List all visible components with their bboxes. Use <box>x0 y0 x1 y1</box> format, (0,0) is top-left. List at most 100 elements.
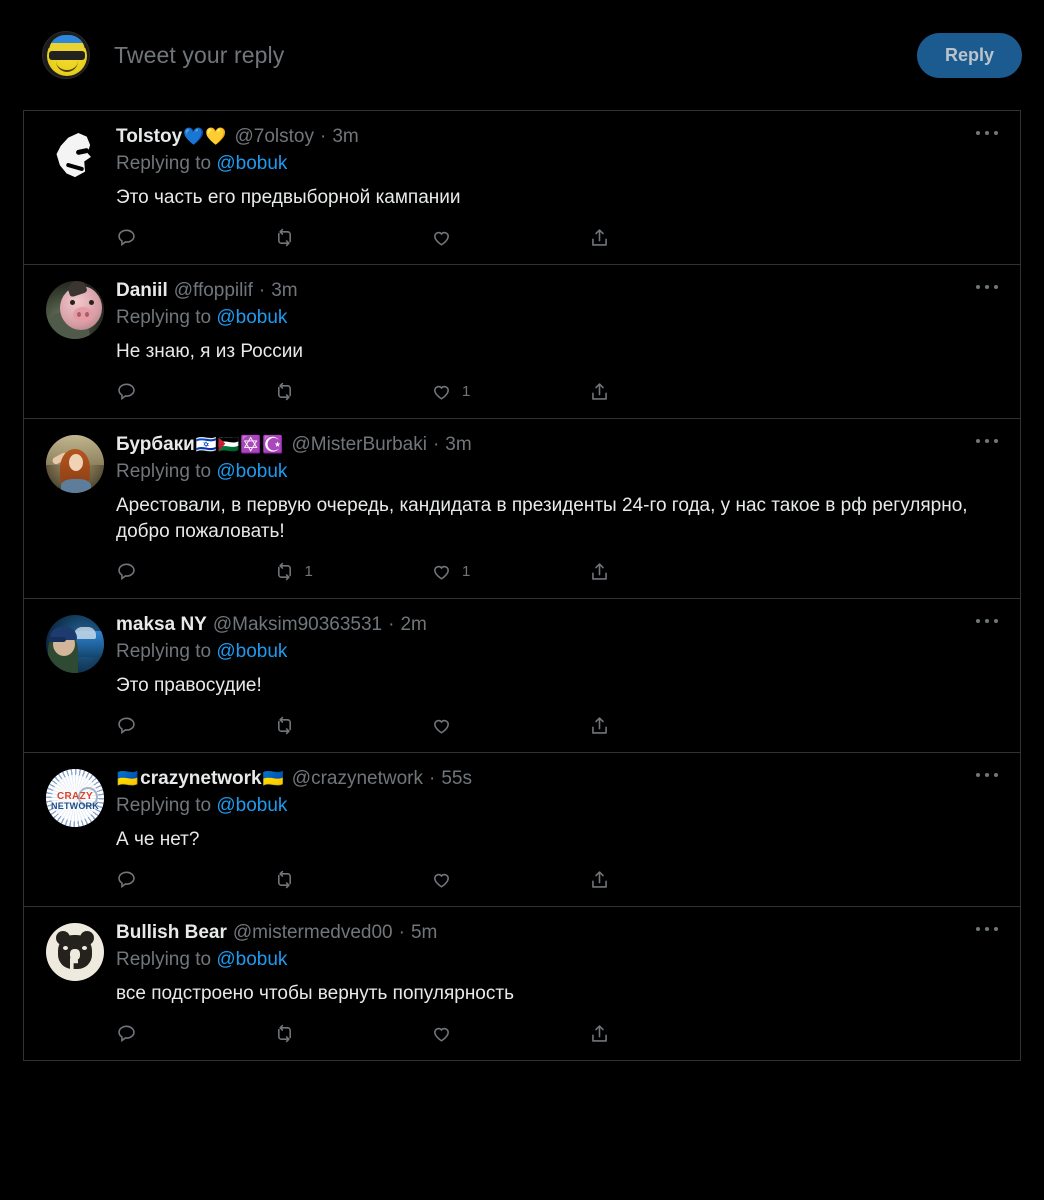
like-action[interactable] <box>431 1023 589 1044</box>
timestamp[interactable]: 3m <box>271 279 297 303</box>
display-name[interactable]: Bullish Bear <box>116 921 227 945</box>
like-action[interactable] <box>431 715 589 736</box>
name-emoji-leading: 🇺🇦 <box>117 769 140 789</box>
reply-input-placeholder[interactable]: Tweet your reply <box>114 42 917 69</box>
display-name[interactable]: maksa NY <box>116 613 207 637</box>
like-action[interactable]: 1 <box>431 561 589 582</box>
user-handle[interactable]: @ffoppilif <box>174 279 253 303</box>
crazynetwork-logo-avatar[interactable]: CRAZY NETWORK <box>46 769 104 828</box>
more-options-icon[interactable] <box>976 131 998 135</box>
share-icon <box>591 563 607 580</box>
retweet-action[interactable] <box>274 381 432 402</box>
timestamp[interactable]: 2m <box>400 613 426 637</box>
timestamp[interactable]: 5m <box>411 921 437 945</box>
retweet-icon <box>277 870 291 889</box>
tolstoy-silhouette-avatar[interactable] <box>46 127 104 185</box>
share-action[interactable] <box>589 869 747 890</box>
share-icon <box>591 1025 607 1042</box>
tweet-item[interactable]: Бурбаки 🇮🇱🇵🇸✡️☪️ @MisterBurbaki · 3m Rep… <box>24 419 1020 600</box>
replying-to-line: Replying to @bobuk <box>116 307 996 329</box>
painting-dress <box>61 478 91 493</box>
reply-action[interactable] <box>116 381 274 402</box>
user-handle[interactable]: @mistermedved00 <box>233 921 393 945</box>
share-action[interactable] <box>589 381 747 402</box>
display-name[interactable]: Бурбаки <box>116 433 195 457</box>
replying-to-label: Replying to <box>116 948 217 970</box>
like-action[interactable] <box>431 869 589 890</box>
burbaki-painting-avatar[interactable] <box>46 434 104 493</box>
retweet-action[interactable] <box>274 227 432 248</box>
replying-to-line: Replying to @bobuk <box>116 641 996 663</box>
tweet-item[interactable]: maksa NY @Maksim90363531 · 2m Replying t… <box>24 599 1020 754</box>
separator-dot: · <box>258 279 266 301</box>
tweet-item[interactable]: Tolstoy 💙💛 @7olstoy · 3m Replying to @bo… <box>24 111 1020 265</box>
reply-action[interactable] <box>116 561 274 582</box>
timestamp[interactable]: 55s <box>441 767 472 791</box>
tweet-actions <box>116 715 746 736</box>
user-handle[interactable]: @Maksim90363531 <box>213 613 382 637</box>
tweet-header: Daniil @ffoppilif · 3m <box>116 279 996 303</box>
timestamp[interactable]: 3m <box>332 125 358 149</box>
replying-to-mention[interactable]: @bobuk <box>216 307 287 328</box>
display-name[interactable]: crazynetwork <box>140 767 261 791</box>
retweet-action[interactable] <box>274 1023 432 1044</box>
replying-to-label: Replying to <box>116 152 217 174</box>
reply-action[interactable] <box>116 715 274 736</box>
timestamp[interactable]: 3m <box>445 433 471 457</box>
share-action[interactable] <box>589 1023 747 1044</box>
daniil-pig-photo-avatar[interactable] <box>46 280 104 339</box>
tweet-header: 🇺🇦 crazynetwork 🇺🇦 @crazynetwork · 55s <box>116 767 996 791</box>
tweet-text: Не знаю, я из России <box>116 340 303 362</box>
share-action[interactable] <box>589 715 747 736</box>
share-action[interactable] <box>589 561 747 582</box>
tweet-header: Tolstoy 💙💛 @7olstoy · 3m <box>116 125 996 149</box>
share-action[interactable] <box>589 227 747 248</box>
maksa-car-photo-avatar[interactable] <box>46 615 104 674</box>
like-count: 1 <box>462 563 471 581</box>
more-options-icon[interactable] <box>976 773 998 778</box>
separator-dot: · <box>432 433 440 455</box>
bullish-bear-logo-avatar[interactable] <box>46 923 104 982</box>
replying-to-label: Replying to <box>116 306 217 328</box>
more-options-icon[interactable] <box>976 619 998 624</box>
separator-dot: · <box>429 768 436 790</box>
like-icon <box>434 719 449 734</box>
tweet-body: maksa NY @Maksim90363531 · 2m Replying t… <box>104 613 1006 748</box>
retweet-action[interactable] <box>274 869 432 890</box>
replying-to-mention[interactable]: @bobuk <box>216 461 287 482</box>
painting-face <box>69 453 83 471</box>
more-options-icon[interactable] <box>976 927 998 932</box>
user-handle[interactable]: @crazynetwork <box>292 767 423 791</box>
user-handle[interactable]: @7olstoy <box>235 125 315 149</box>
reply-action[interactable] <box>116 1023 274 1044</box>
tweet-body: Bullish Bear @mistermedved00 · 5m Replyi… <box>104 921 1006 1056</box>
pig-eye-left <box>70 299 75 305</box>
name-emoji: 💙💛 <box>183 127 228 146</box>
user-handle[interactable]: @MisterBurbaki <box>292 433 427 457</box>
like-icon <box>434 1027 449 1042</box>
like-action[interactable] <box>431 227 589 248</box>
reply-composer[interactable]: Tweet your reply Reply <box>0 0 1044 110</box>
tweet-item[interactable]: Daniil @ffoppilif · 3m Replying to @bobu… <box>24 265 1020 419</box>
retweet-action[interactable]: 1 <box>274 561 432 582</box>
reply-icon <box>118 383 135 401</box>
like-action[interactable]: 1 <box>431 381 589 402</box>
more-options-icon[interactable] <box>976 284 998 289</box>
reply-submit-button[interactable]: Reply <box>916 32 1022 78</box>
replying-to-mention[interactable]: @bobuk <box>216 641 287 662</box>
reply-action[interactable] <box>116 869 274 890</box>
display-name[interactable]: Tolstoy <box>116 125 182 149</box>
tweet-item[interactable]: CRAZY NETWORK 🇺🇦 crazynetwork 🇺🇦 @crazyn… <box>24 753 1020 908</box>
reply-action[interactable] <box>116 227 274 248</box>
tweet-item[interactable]: Bullish Bear @mistermedved00 · 5m Replyi… <box>24 907 1020 1062</box>
like-icon <box>434 873 449 888</box>
replying-to-mention[interactable]: @bobuk <box>216 949 287 970</box>
retweet-action[interactable] <box>274 715 432 736</box>
avatar-column <box>46 279 104 414</box>
replying-to-mention[interactable]: @bobuk <box>216 153 287 174</box>
display-name[interactable]: Daniil <box>116 279 168 303</box>
replying-to-mention[interactable]: @bobuk <box>216 795 287 816</box>
more-options-icon[interactable] <box>976 438 998 443</box>
car-windshield-shape <box>74 627 96 640</box>
current-user-avatar[interactable] <box>42 31 90 79</box>
